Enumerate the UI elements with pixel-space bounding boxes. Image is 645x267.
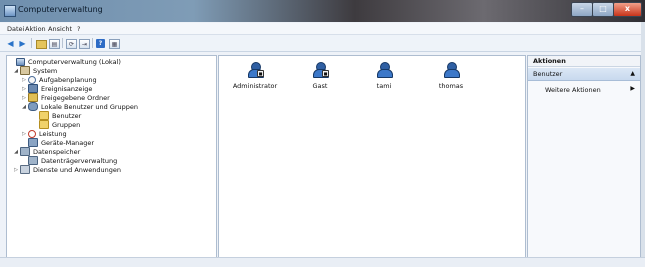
collapse-triangle-icon[interactable]: ▲: [630, 70, 635, 77]
disk-management-icon: [28, 156, 38, 165]
actions-pane: Aktionen Benutzer ▲ Weitere Aktionen ▶: [527, 55, 641, 258]
event-viewer-icon: [28, 84, 38, 93]
user-icon: [376, 62, 393, 78]
tree-item-leistung[interactable]: ▷ Leistung: [21, 129, 67, 138]
toolbar: ◀ ▶ ▤ ⟳ ⇥ ? ▦: [0, 35, 645, 52]
collapse-arrow-icon[interactable]: ◢: [13, 68, 19, 74]
task-scheduler-icon: [28, 75, 36, 84]
minimize-button[interactable]: –: [571, 2, 593, 17]
expand-arrow-icon[interactable]: ▷: [21, 86, 27, 92]
tree-item-datenspeicher[interactable]: ◢ Datenspeicher: [13, 147, 80, 156]
tree-item-gruppen[interactable]: Gruppen: [32, 120, 80, 129]
list-item[interactable]: tami: [354, 62, 414, 90]
user-list-pane: ■ Administrator ■ Gast tami thomas: [218, 55, 526, 258]
list-item[interactable]: ■ Gast: [290, 62, 350, 90]
expand-arrow-icon[interactable]: ▷: [21, 95, 27, 101]
title-bar[interactable]: Computerverwaltung – □ x: [0, 0, 645, 22]
local-users-icon: [28, 102, 38, 111]
tree-item-geraete-manager[interactable]: Geräte-Manager: [21, 138, 94, 147]
menu-aktion[interactable]: Aktion: [25, 25, 46, 33]
folder-icon: [39, 120, 49, 129]
tree-item-aufgabenplanung[interactable]: ▷ Aufgabenplanung: [21, 75, 97, 84]
back-arrow-icon[interactable]: ◀: [5, 38, 16, 48]
expand-arrow-icon[interactable]: ▷: [13, 167, 19, 173]
properties-icon[interactable]: ▦: [109, 39, 120, 49]
tree-item-freigegebene-ordner[interactable]: ▷ Freigegebene Ordner: [21, 93, 110, 102]
forward-arrow-icon[interactable]: ▶: [17, 38, 28, 48]
services-icon: [20, 165, 30, 174]
shared-folders-icon: [28, 93, 38, 102]
tree-item-datentraegerverwaltung[interactable]: Datenträgerverwaltung: [21, 156, 117, 165]
collapse-arrow-icon[interactable]: ◢: [21, 104, 27, 110]
tree-item-system[interactable]: ◢ System: [13, 66, 57, 75]
storage-icon: [20, 147, 30, 156]
maximize-button[interactable]: □: [592, 2, 614, 17]
computer-icon: [16, 57, 25, 66]
refresh-icon[interactable]: ⟳: [66, 39, 77, 49]
list-item[interactable]: thomas: [421, 62, 481, 90]
weitere-aktionen-item[interactable]: Weitere Aktionen ▶: [528, 84, 640, 95]
show-hide-tree-icon[interactable]: ▤: [49, 39, 60, 49]
app-icon: [4, 5, 16, 17]
user-icon: [443, 62, 460, 78]
close-button[interactable]: x: [613, 2, 642, 17]
export-list-icon[interactable]: ⇥: [79, 39, 90, 49]
navigation-tree: Computerverwaltung (Lokal) ◢ System ▷ Au…: [6, 55, 217, 258]
device-manager-icon: [28, 138, 38, 147]
menu-datei[interactable]: Datei: [7, 25, 24, 33]
tree-item-dienste[interactable]: ▷ Dienste und Anwendungen: [13, 165, 121, 174]
expand-arrow-icon[interactable]: ▷: [21, 77, 27, 83]
tree-item-ereignisanzeige[interactable]: ▷ Ereignisanzeige: [21, 84, 92, 93]
tree-item-benutzer[interactable]: Benutzer: [32, 111, 81, 120]
actions-section-benutzer[interactable]: Benutzer ▲: [528, 68, 640, 81]
folder-icon: [39, 111, 49, 120]
expand-arrow-icon[interactable]: ▷: [21, 131, 27, 137]
list-item[interactable]: ■ Administrator: [225, 62, 285, 90]
computer-management-window: Computerverwaltung – □ x Datei Aktion An…: [0, 0, 645, 267]
window-border: [641, 22, 645, 257]
menu-bar: Datei Aktion Ansicht ?: [0, 23, 645, 35]
help-icon[interactable]: ?: [96, 39, 105, 48]
user-icon: ■: [247, 62, 264, 78]
tree-item-root[interactable]: Computerverwaltung (Lokal): [9, 57, 121, 66]
tree-item-lokale-benutzer[interactable]: ◢ Lokale Benutzer und Gruppen: [21, 102, 138, 111]
window-title: Computerverwaltung: [18, 5, 103, 14]
collapse-arrow-icon[interactable]: ◢: [13, 149, 19, 155]
actions-header: Aktionen: [528, 56, 640, 67]
performance-icon: [28, 129, 36, 138]
menu-help[interactable]: ?: [77, 25, 80, 33]
system-tools-icon: [20, 66, 30, 75]
menu-ansicht[interactable]: Ansicht: [48, 25, 72, 33]
submenu-arrow-icon: ▶: [630, 85, 635, 92]
up-folder-icon[interactable]: [36, 40, 47, 49]
user-icon: ■: [312, 62, 329, 78]
